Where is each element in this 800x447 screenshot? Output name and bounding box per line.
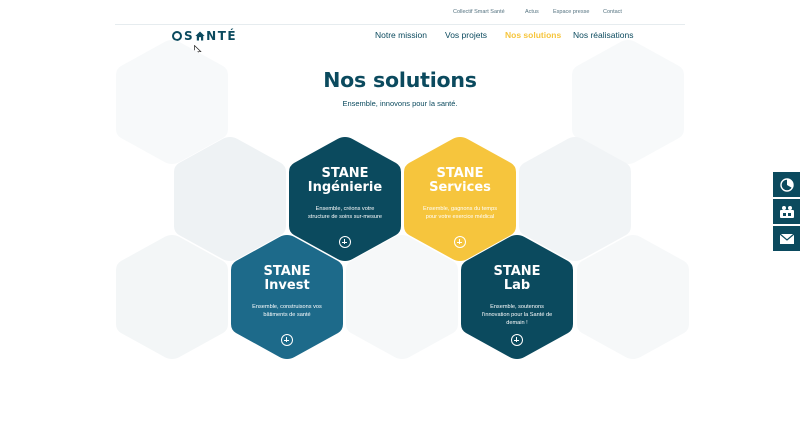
solution-description: Ensemble, créons votre structure de soin… — [308, 206, 382, 220]
solution-title: STANE Services — [404, 167, 516, 195]
solution-description: Ensemble, soutenons l'innovation pour la… — [481, 304, 553, 326]
solution-brand: STANE — [263, 264, 311, 279]
solution-description: Ensemble, construisons vos bâtiments de … — [252, 304, 322, 318]
solution-name: Invest — [264, 278, 310, 293]
solution-title: STANE Invest — [231, 265, 343, 293]
plus-circle-icon[interactable] — [511, 334, 523, 346]
solutions-grid: STANE Ingénierie Ensemble, créons votre … — [0, 0, 800, 447]
team-icon — [779, 205, 794, 218]
solution-name: Lab — [503, 278, 531, 293]
chart-icon — [779, 177, 794, 192]
solution-brand: STANE — [321, 166, 369, 181]
side-tab-mail[interactable] — [773, 226, 800, 251]
solution-card-lab[interactable]: STANE Lab Ensemble, soutenons l'innovati… — [461, 235, 573, 359]
solution-name: Ingénierie — [307, 180, 383, 195]
solution-brand: STANE — [493, 264, 541, 279]
side-action-tabs — [773, 172, 800, 253]
side-tab-team[interactable] — [773, 199, 800, 224]
solution-title: STANE Ingénierie — [289, 167, 401, 195]
solution-name: Services — [429, 180, 491, 195]
solution-brand: STANE — [436, 166, 484, 181]
solution-card-invest[interactable]: STANE Invest Ensemble, construisons vos … — [231, 235, 343, 359]
plus-circle-icon[interactable] — [281, 334, 293, 346]
side-tab-chart[interactable] — [773, 172, 800, 197]
solution-description: Ensemble, gagnons du temps pour votre ex… — [422, 206, 497, 220]
mail-icon — [779, 233, 794, 244]
solution-title: STANE Lab — [461, 265, 573, 293]
